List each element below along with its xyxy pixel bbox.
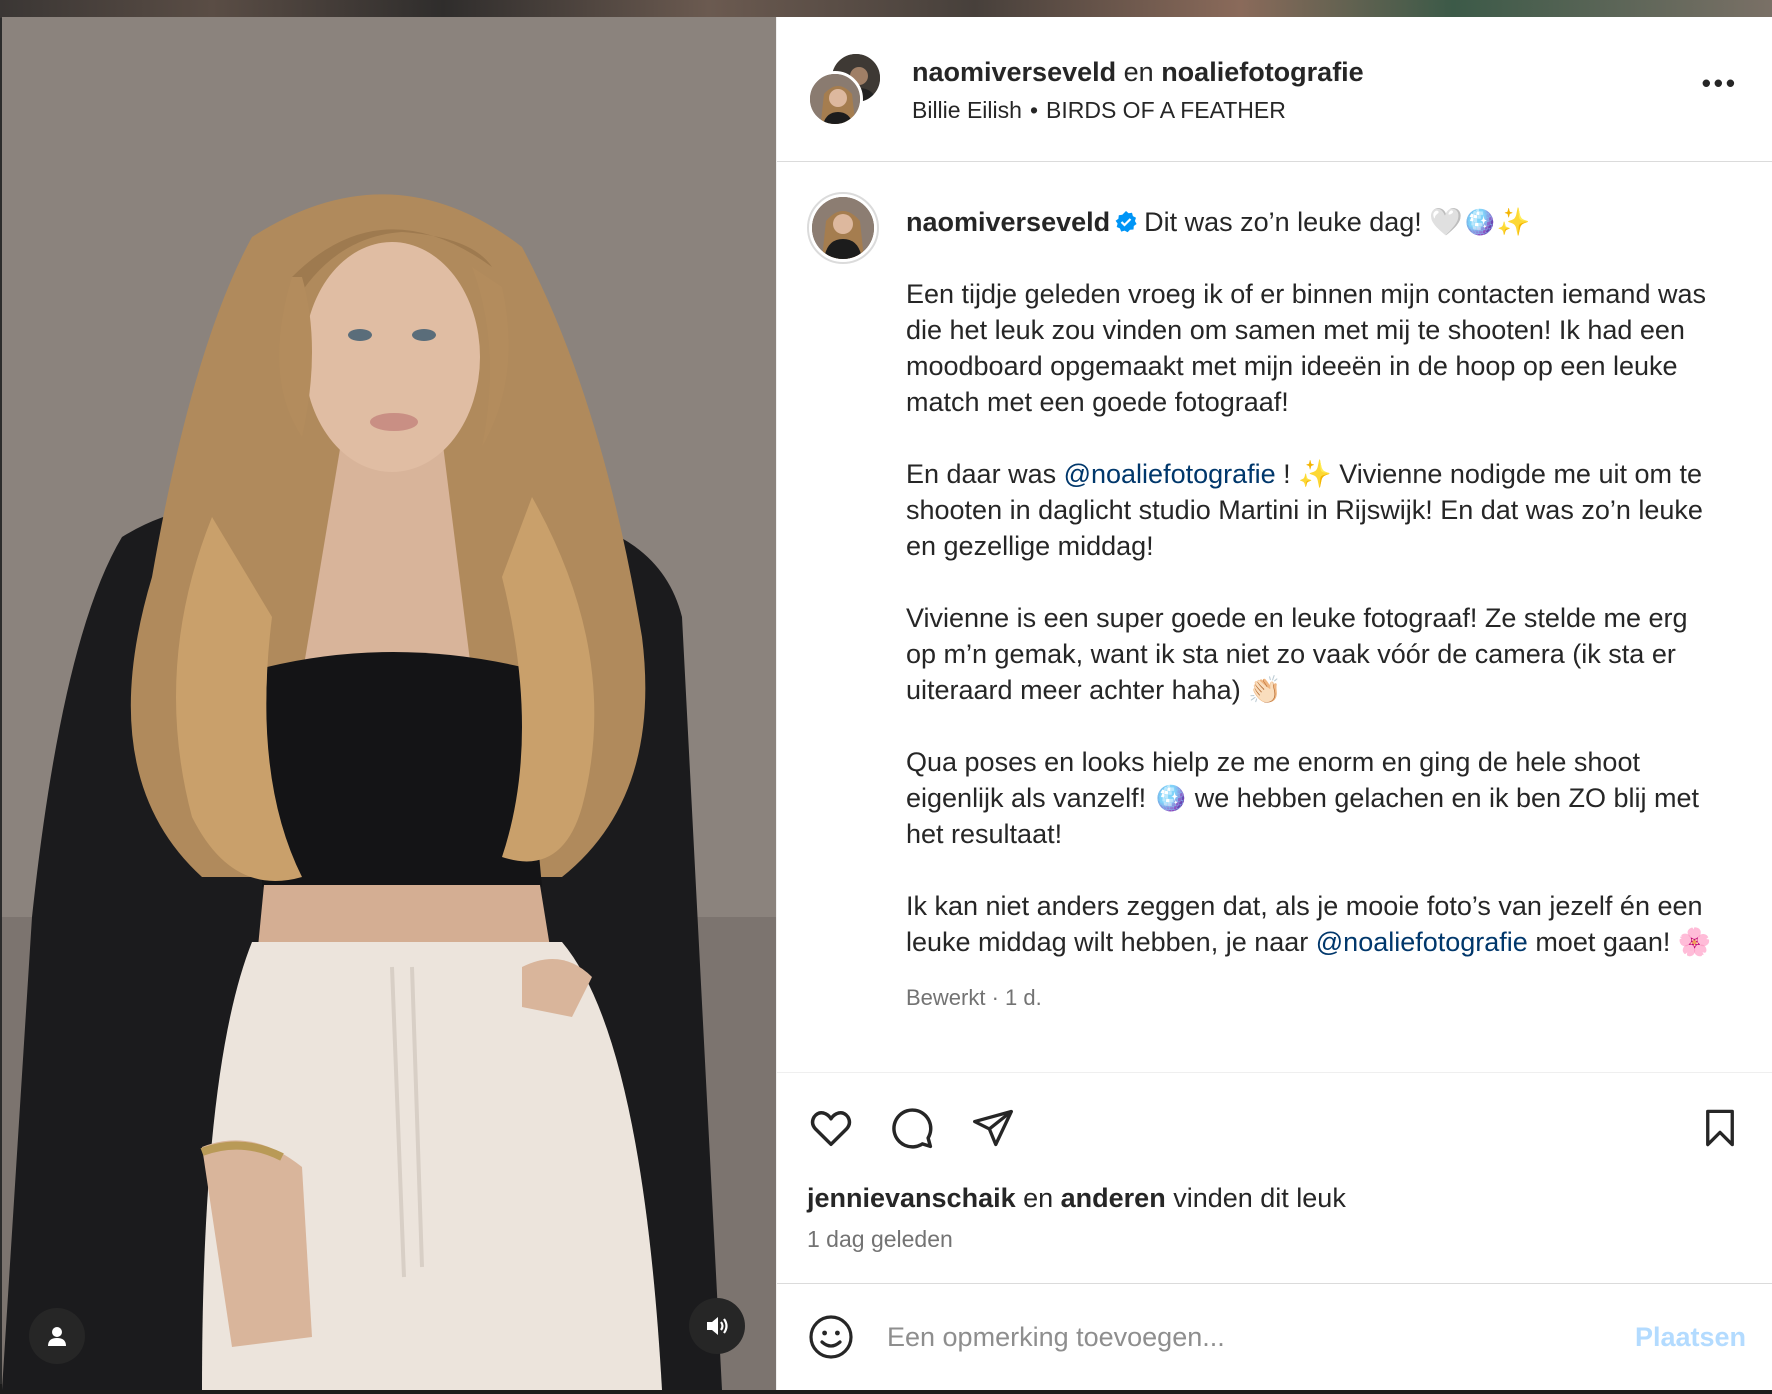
caption-paragraph: Ik kan niet anders zeggen dat, als je mo… — [906, 888, 1722, 960]
caption-paragraph: Vivienne is een super goede en leuke fot… — [906, 603, 1688, 705]
avatar[interactable] — [807, 192, 879, 264]
caption-section: naomiverseveld Dit was zo’n leuke dag! 🤍🪩… — [777, 162, 1772, 1073]
user-icon — [48, 1327, 66, 1346]
likes-suffix: vinden dit leuk — [1165, 1183, 1346, 1213]
comment-input[interactable] — [885, 1320, 1635, 1354]
bookmark-icon — [1706, 1109, 1734, 1147]
header-connector: en — [1123, 56, 1154, 87]
heart-icon — [810, 1111, 852, 1147]
avatar[interactable] — [807, 71, 863, 127]
comment-form: Plaatsen — [777, 1283, 1772, 1390]
caption-paragraph: Qua poses en looks hielp ze me enorm en … — [906, 747, 1700, 849]
mention-link[interactable]: @noaliefotografie — [1316, 927, 1528, 957]
caption-paragraph: En daar was @noaliefotografie ! ✨ Vivien… — [906, 456, 1722, 564]
smiley-icon — [809, 1315, 853, 1359]
post-side-panel: naomiverseveld en noaliefotografie Billi… — [776, 17, 1772, 1390]
audio-track[interactable]: Billie Eilish • BIRDS OF A FEATHER — [912, 97, 1364, 124]
post-header: naomiverseveld en noaliefotografie Billi… — [777, 17, 1772, 162]
like-button[interactable] — [807, 1104, 855, 1152]
likes-others-link[interactable]: anderen — [1061, 1183, 1166, 1213]
track-title[interactable]: BIRDS OF A FEATHER — [1046, 97, 1286, 123]
caption-meta: Bewerkt · 1 d. — [906, 985, 1042, 1010]
track-separator: • — [1029, 96, 1038, 123]
track-artist[interactable]: Billie Eilish — [912, 97, 1022, 123]
action-bar — [777, 1073, 1772, 1183]
share-button[interactable] — [969, 1104, 1017, 1152]
caption-text-part: moet gaan! 🌸 — [1527, 927, 1712, 957]
post-timestamp[interactable]: 1 dag geleden — [777, 1226, 1772, 1253]
background-feed — [0, 0, 1772, 18]
tagged-users-button[interactable] — [29, 1308, 85, 1364]
mention-link[interactable]: @noaliefotografie — [1064, 459, 1276, 489]
caption-text: naomiverseveld Dit was zo’n leuke dag! 🤍🪩… — [906, 204, 1722, 1072]
post-photo — [2, 17, 776, 1390]
header-username-1[interactable]: naomiverseveld — [912, 57, 1116, 87]
send-icon — [973, 1109, 1013, 1147]
header-username-2[interactable]: noaliefotografie — [1161, 57, 1364, 87]
speaker-icon — [707, 1317, 728, 1335]
likes-connector: en — [1015, 1183, 1061, 1213]
caption-paragraph: Een tijdje geleden vroeg ik of er binnen… — [906, 279, 1706, 417]
caption-headline: Dit was zo’n leuke dag! 🤍🪩✨ — [1144, 207, 1531, 237]
caption-text-part: En daar was — [906, 459, 1064, 489]
post-comment-button[interactable]: Plaatsen — [1635, 1322, 1746, 1353]
verified-badge-icon — [1115, 211, 1137, 233]
likes-summary: jennievanschaik en anderen vinden dit le… — [777, 1183, 1772, 1214]
more-options-button[interactable]: ••• — [1702, 70, 1738, 96]
audio-toggle-button[interactable] — [689, 1298, 745, 1354]
emoji-button[interactable] — [807, 1313, 855, 1361]
collab-avatars[interactable] — [807, 51, 883, 127]
liker-username[interactable]: jennievanschaik — [807, 1183, 1016, 1213]
caption-username[interactable]: naomiverseveld — [906, 207, 1110, 237]
comment-icon — [892, 1108, 933, 1149]
post-media[interactable] — [2, 17, 776, 1390]
post-modal: naomiverseveld en noaliefotografie Billi… — [2, 17, 1772, 1390]
comment-button[interactable] — [888, 1104, 936, 1152]
save-button[interactable] — [1696, 1104, 1744, 1152]
